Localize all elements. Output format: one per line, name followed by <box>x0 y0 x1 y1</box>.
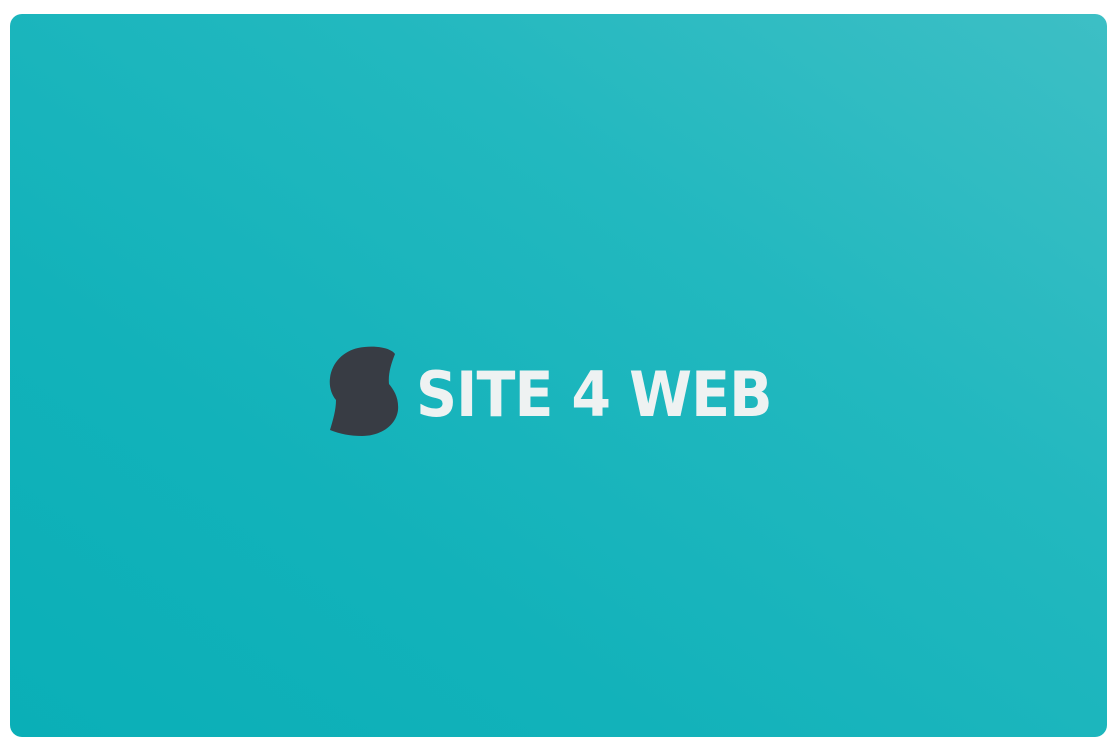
splash-card: SITE 4 WEB <box>10 14 1107 737</box>
site-logo: SITE 4 WEB <box>328 339 803 445</box>
s-blob-logo-icon <box>329 346 399 436</box>
brand-name: SITE 4 WEB <box>416 358 773 431</box>
